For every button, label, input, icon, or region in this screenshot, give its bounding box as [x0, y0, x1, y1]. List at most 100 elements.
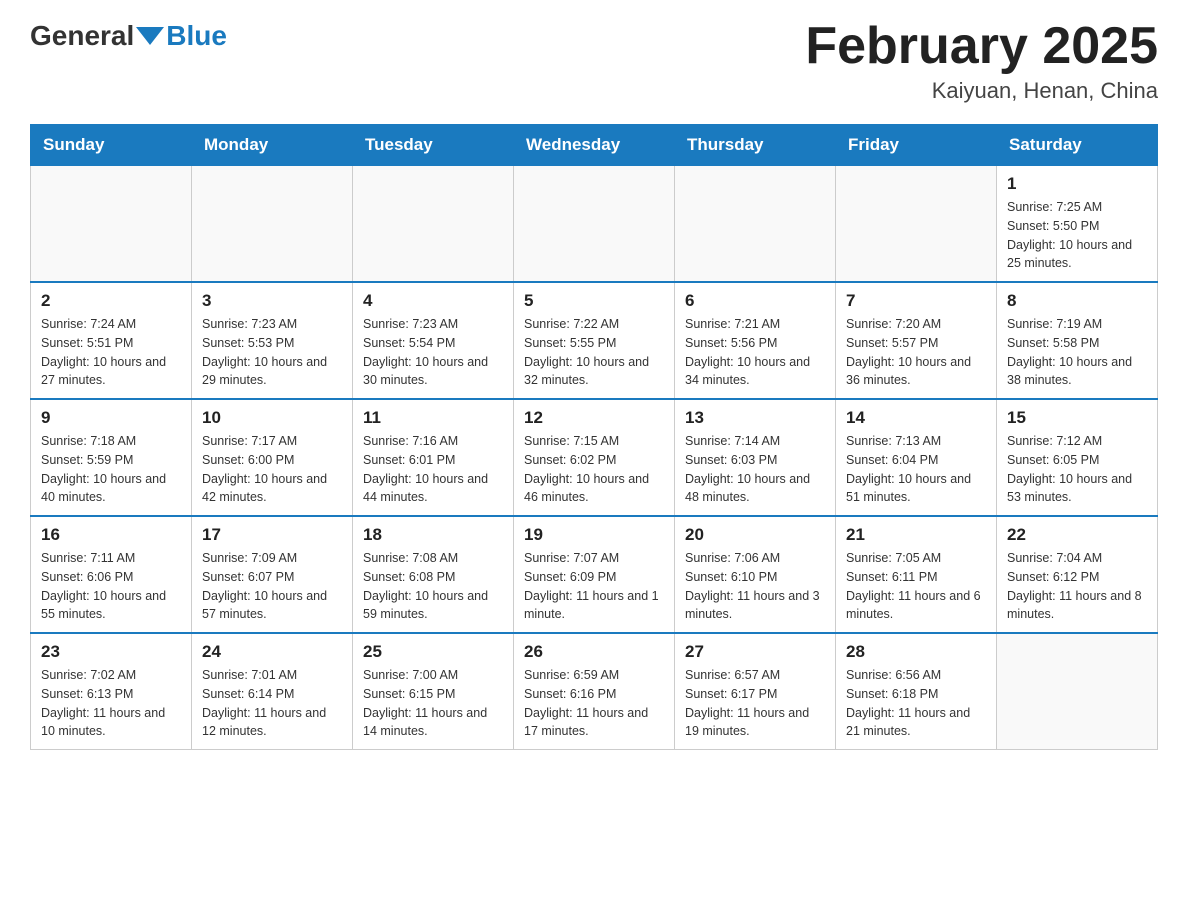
day-info: Sunrise: 7:02 AM Sunset: 6:13 PM Dayligh… — [41, 666, 181, 741]
day-number: 17 — [202, 525, 342, 545]
day-number: 20 — [685, 525, 825, 545]
day-info: Sunrise: 6:57 AM Sunset: 6:17 PM Dayligh… — [685, 666, 825, 741]
calendar-cell: 3 Sunrise: 7:23 AM Sunset: 5:53 PM Daylig… — [192, 282, 353, 399]
day-info: Sunrise: 6:56 AM Sunset: 6:18 PM Dayligh… — [846, 666, 986, 741]
day-info: Sunrise: 7:21 AM Sunset: 5:56 PM Dayligh… — [685, 315, 825, 390]
calendar-cell: 10Sunrise: 7:17 AM Sunset: 6:00 PM Dayli… — [192, 399, 353, 516]
calendar-cell: 16 Sunrise: 7:11 AM Sunset: 6:06 PM Dayli… — [31, 516, 192, 633]
day-number: 5 — [524, 291, 664, 311]
calendar-week-row: 23 Sunrise: 7:02 AM Sunset: 6:13 PM Dayli… — [31, 633, 1158, 750]
logo: General Blue — [30, 20, 227, 52]
day-info: Sunrise: 7:23 AM Sunset: 5:54 PM Dayligh… — [363, 315, 503, 390]
calendar-cell — [997, 633, 1158, 750]
day-of-week-header: Tuesday — [353, 125, 514, 166]
calendar-cell: 9 Sunrise: 7:18 AM Sunset: 5:59 PM Daylig… — [31, 399, 192, 516]
day-of-week-header: Saturday — [997, 125, 1158, 166]
day-info: Sunrise: 7:23 AM Sunset: 5:53 PM Dayligh… — [202, 315, 342, 390]
day-number: 9 — [41, 408, 181, 428]
calendar-cell: 8Sunrise: 7:19 AM Sunset: 5:58 PM Daylig… — [997, 282, 1158, 399]
day-info: Sunrise: 7:15 AM Sunset: 6:02 PM Dayligh… — [524, 432, 664, 507]
day-number: 22 — [1007, 525, 1147, 545]
logo-arrow-icon — [136, 27, 164, 45]
calendar-cell: 15 Sunrise: 7:12 AM Sunset: 6:05 PM Dayli… — [997, 399, 1158, 516]
day-number: 12 — [524, 408, 664, 428]
day-info: Sunrise: 7:05 AM Sunset: 6:11 PM Dayligh… — [846, 549, 986, 624]
calendar-cell: 23 Sunrise: 7:02 AM Sunset: 6:13 PM Dayli… — [31, 633, 192, 750]
day-number: 16 — [41, 525, 181, 545]
day-info: Sunrise: 7:14 AM Sunset: 6:03 PM Dayligh… — [685, 432, 825, 507]
calendar-cell: 4 Sunrise: 7:23 AM Sunset: 5:54 PM Daylig… — [353, 282, 514, 399]
day-of-week-header: Thursday — [675, 125, 836, 166]
day-info: Sunrise: 7:09 AM Sunset: 6:07 PM Dayligh… — [202, 549, 342, 624]
day-number: 3 — [202, 291, 342, 311]
day-number: 26 — [524, 642, 664, 662]
day-number: 1 — [1007, 174, 1147, 194]
day-number: 14 — [846, 408, 986, 428]
calendar-cell — [836, 166, 997, 283]
day-info: Sunrise: 7:07 AM Sunset: 6:09 PM Dayligh… — [524, 549, 664, 624]
day-of-week-header: Sunday — [31, 125, 192, 166]
calendar-cell — [192, 166, 353, 283]
day-number: 13 — [685, 408, 825, 428]
calendar-week-row: 2 Sunrise: 7:24 AM Sunset: 5:51 PM Daylig… — [31, 282, 1158, 399]
calendar-cell — [353, 166, 514, 283]
day-info: Sunrise: 7:24 AM Sunset: 5:51 PM Dayligh… — [41, 315, 181, 390]
calendar-header-row: SundayMondayTuesdayWednesdayThursdayFrid… — [31, 125, 1158, 166]
logo-blue-text: Blue — [166, 20, 227, 52]
day-of-week-header: Friday — [836, 125, 997, 166]
calendar-cell: 21 Sunrise: 7:05 AM Sunset: 6:11 PM Dayli… — [836, 516, 997, 633]
calendar-cell: 2 Sunrise: 7:24 AM Sunset: 5:51 PM Daylig… — [31, 282, 192, 399]
day-number: 11 — [363, 408, 503, 428]
calendar-cell: 1 Sunrise: 7:25 AM Sunset: 5:50 PM Daylig… — [997, 166, 1158, 283]
day-info: Sunrise: 7:01 AM Sunset: 6:14 PM Dayligh… — [202, 666, 342, 741]
day-info: Sunrise: 7:04 AM Sunset: 6:12 PM Dayligh… — [1007, 549, 1147, 624]
calendar-cell: 11Sunrise: 7:16 AM Sunset: 6:01 PM Dayli… — [353, 399, 514, 516]
logo-general-text: General — [30, 20, 134, 52]
day-info: Sunrise: 7:20 AM Sunset: 5:57 PM Dayligh… — [846, 315, 986, 390]
day-info: Sunrise: 7:18 AM Sunset: 5:59 PM Dayligh… — [41, 432, 181, 507]
calendar-cell: 13 Sunrise: 7:14 AM Sunset: 6:03 PM Dayli… — [675, 399, 836, 516]
day-number: 7 — [846, 291, 986, 311]
day-number: 19 — [524, 525, 664, 545]
calendar-cell: 14Sunrise: 7:13 AM Sunset: 6:04 PM Dayli… — [836, 399, 997, 516]
calendar-cell: 26 Sunrise: 6:59 AM Sunset: 6:16 PM Dayli… — [514, 633, 675, 750]
location: Kaiyuan, Henan, China — [805, 78, 1158, 104]
day-info: Sunrise: 7:06 AM Sunset: 6:10 PM Dayligh… — [685, 549, 825, 624]
page-header: General Blue February 2025 Kaiyuan, Hena… — [30, 20, 1158, 104]
day-info: Sunrise: 7:17 AM Sunset: 6:00 PM Dayligh… — [202, 432, 342, 507]
day-number: 24 — [202, 642, 342, 662]
day-info: Sunrise: 7:19 AM Sunset: 5:58 PM Dayligh… — [1007, 315, 1147, 390]
calendar-week-row: 16 Sunrise: 7:11 AM Sunset: 6:06 PM Dayli… — [31, 516, 1158, 633]
day-number: 18 — [363, 525, 503, 545]
calendar-cell: 12 Sunrise: 7:15 AM Sunset: 6:02 PM Dayli… — [514, 399, 675, 516]
calendar-week-row: 1 Sunrise: 7:25 AM Sunset: 5:50 PM Daylig… — [31, 166, 1158, 283]
calendar: SundayMondayTuesdayWednesdayThursdayFrid… — [30, 124, 1158, 750]
day-info: Sunrise: 7:25 AM Sunset: 5:50 PM Dayligh… — [1007, 198, 1147, 273]
calendar-cell: 5Sunrise: 7:22 AM Sunset: 5:55 PM Daylig… — [514, 282, 675, 399]
day-number: 15 — [1007, 408, 1147, 428]
calendar-week-row: 9 Sunrise: 7:18 AM Sunset: 5:59 PM Daylig… — [31, 399, 1158, 516]
calendar-cell: 19 Sunrise: 7:07 AM Sunset: 6:09 PM Dayli… — [514, 516, 675, 633]
day-info: Sunrise: 7:00 AM Sunset: 6:15 PM Dayligh… — [363, 666, 503, 741]
day-number: 6 — [685, 291, 825, 311]
day-of-week-header: Monday — [192, 125, 353, 166]
day-info: Sunrise: 7:08 AM Sunset: 6:08 PM Dayligh… — [363, 549, 503, 624]
calendar-cell: 17 Sunrise: 7:09 AM Sunset: 6:07 PM Dayli… — [192, 516, 353, 633]
day-number: 23 — [41, 642, 181, 662]
day-number: 21 — [846, 525, 986, 545]
day-number: 25 — [363, 642, 503, 662]
calendar-cell: 7 Sunrise: 7:20 AM Sunset: 5:57 PM Daylig… — [836, 282, 997, 399]
day-number: 2 — [41, 291, 181, 311]
day-info: Sunrise: 7:12 AM Sunset: 6:05 PM Dayligh… — [1007, 432, 1147, 507]
calendar-cell — [514, 166, 675, 283]
day-info: Sunrise: 6:59 AM Sunset: 6:16 PM Dayligh… — [524, 666, 664, 741]
calendar-cell: 25 Sunrise: 7:00 AM Sunset: 6:15 PM Dayli… — [353, 633, 514, 750]
calendar-cell: 22 Sunrise: 7:04 AM Sunset: 6:12 PM Dayli… — [997, 516, 1158, 633]
calendar-cell: 24 Sunrise: 7:01 AM Sunset: 6:14 PM Dayli… — [192, 633, 353, 750]
day-number: 4 — [363, 291, 503, 311]
day-of-week-header: Wednesday — [514, 125, 675, 166]
title-section: February 2025 Kaiyuan, Henan, China — [805, 20, 1158, 104]
day-info: Sunrise: 7:11 AM Sunset: 6:06 PM Dayligh… — [41, 549, 181, 624]
calendar-cell: 20 Sunrise: 7:06 AM Sunset: 6:10 PM Dayli… — [675, 516, 836, 633]
calendar-cell: 6 Sunrise: 7:21 AM Sunset: 5:56 PM Daylig… — [675, 282, 836, 399]
